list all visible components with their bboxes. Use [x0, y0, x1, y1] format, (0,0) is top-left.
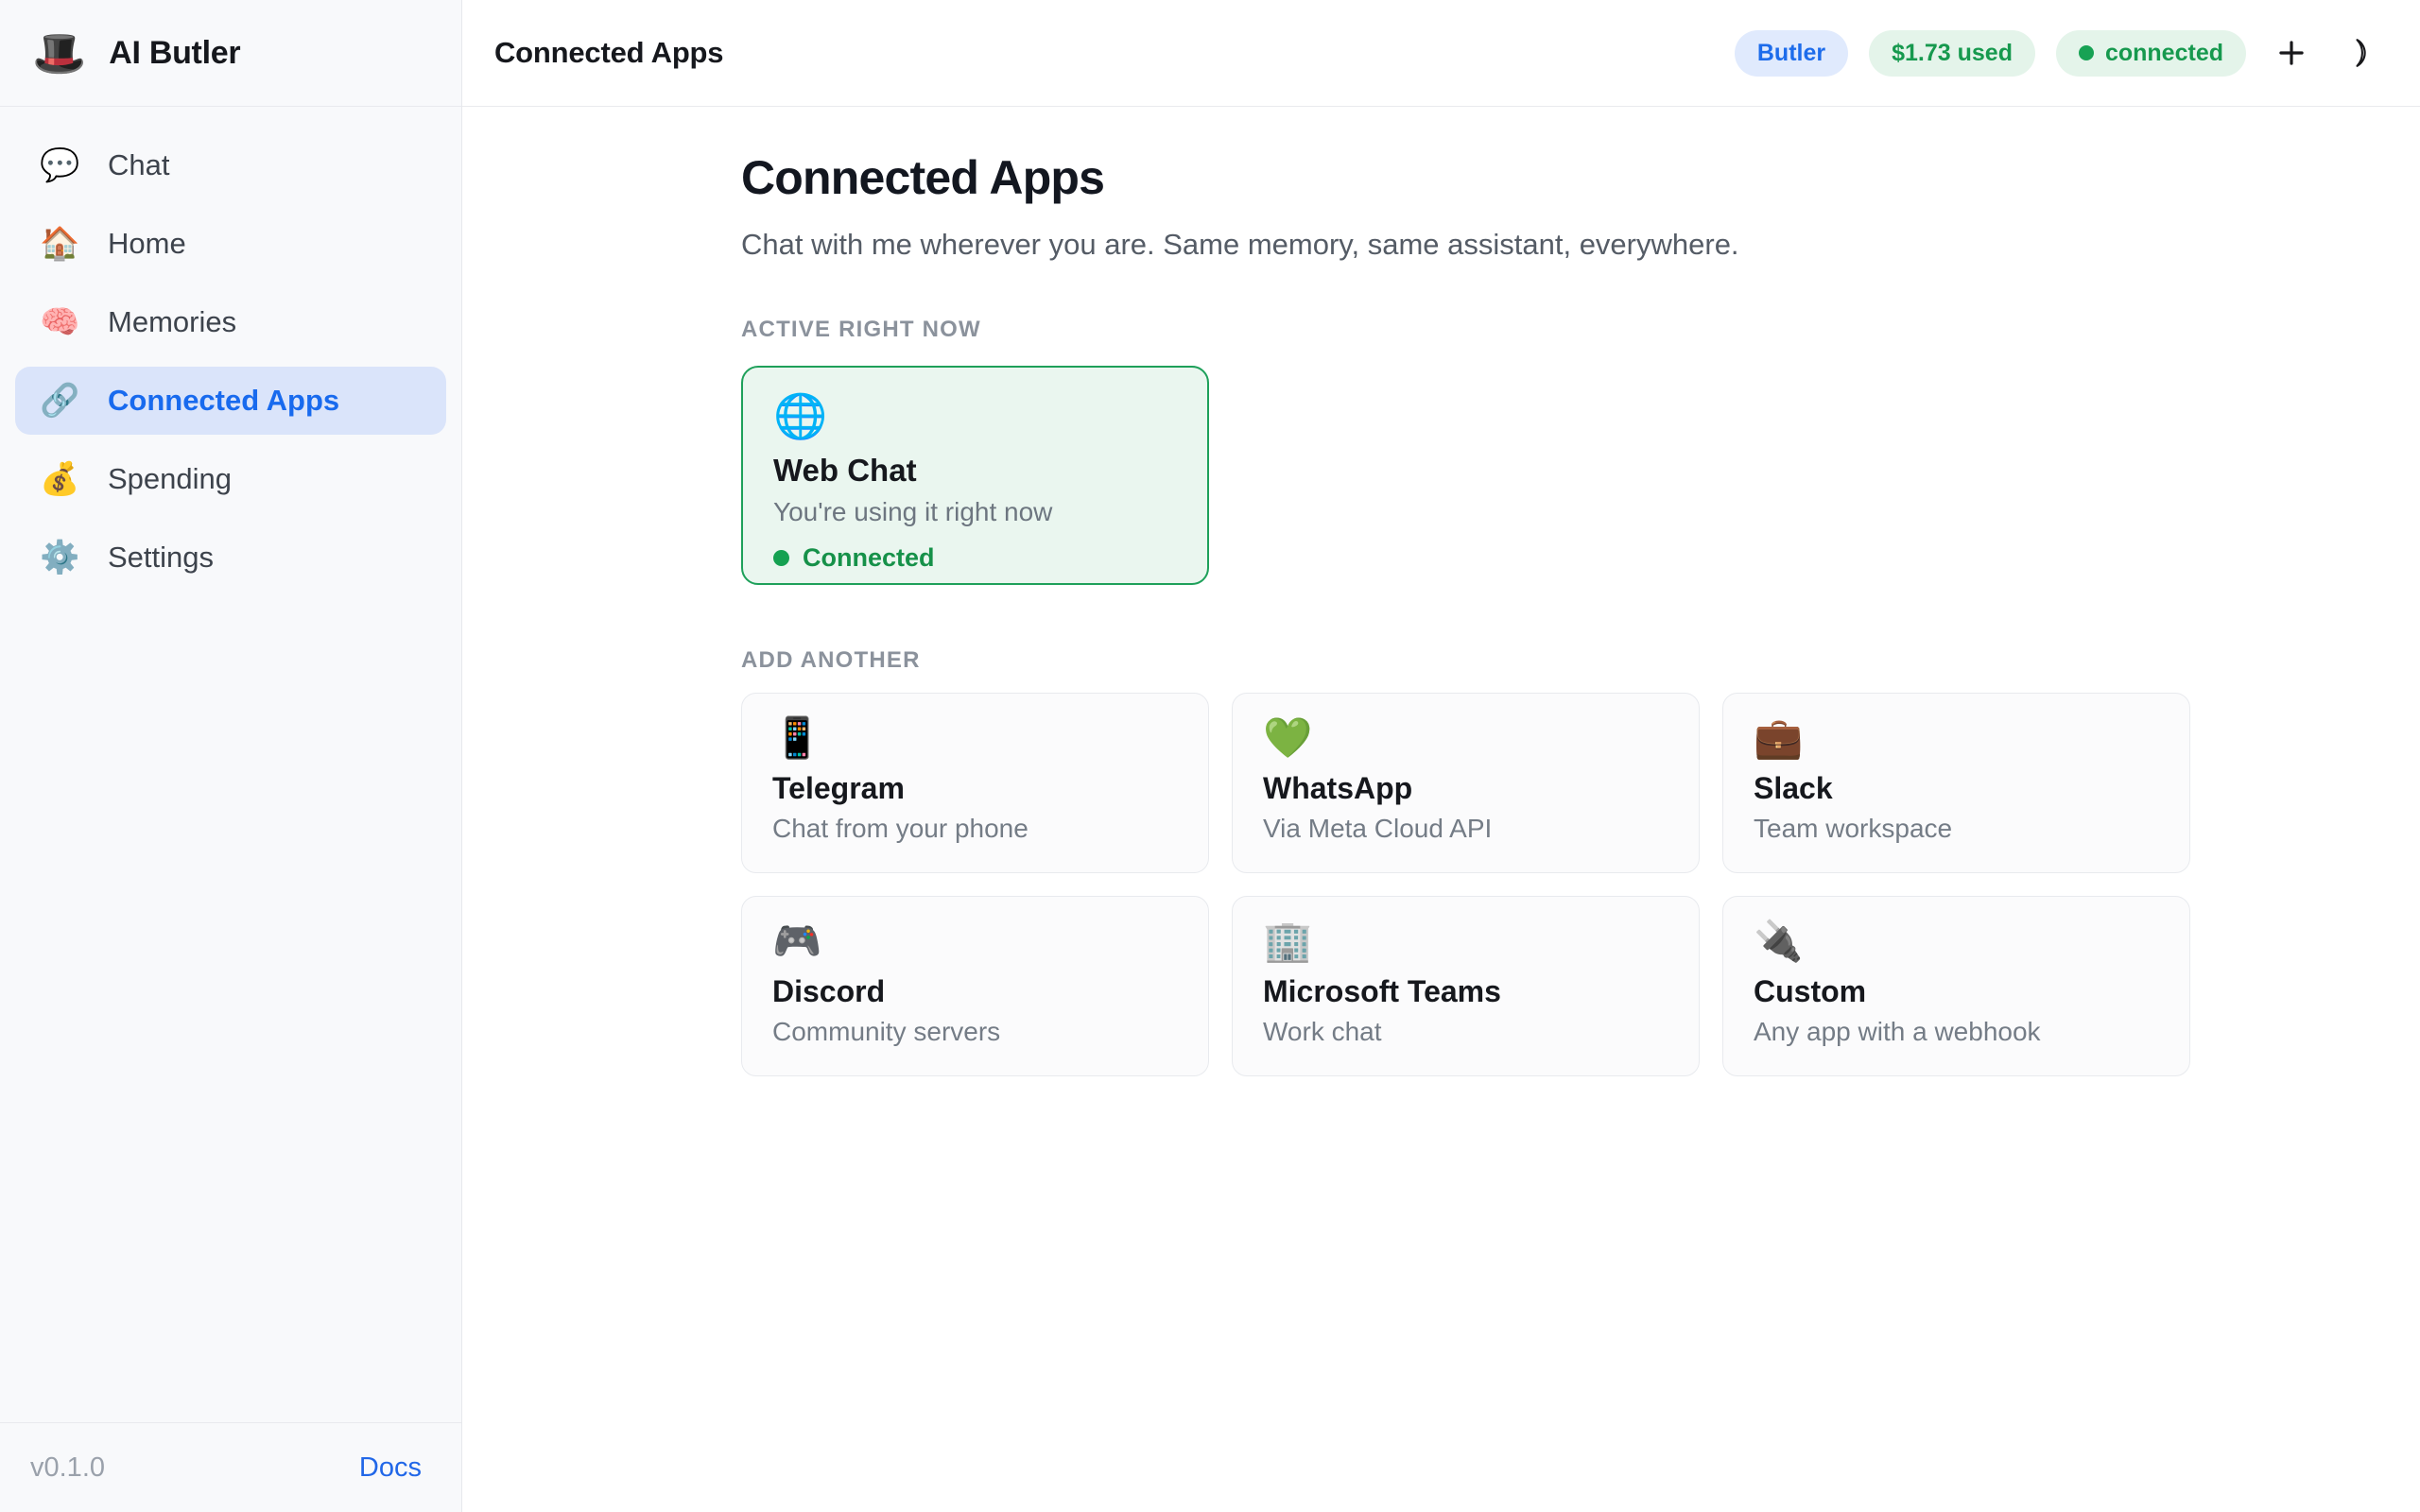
topbar: Connected Apps Butler $1.73 used connect… — [462, 0, 2420, 107]
sidebar-item-settings[interactable]: ⚙️ Settings — [15, 524, 446, 592]
globe-icon: 🌐 — [773, 394, 1177, 438]
sidebar-item-label: Connected Apps — [108, 384, 339, 418]
add-section-label: ADD ANOTHER — [741, 647, 2192, 674]
link-icon: 🔗 — [40, 385, 78, 417]
whatsapp-card-title: WhatsApp — [1263, 771, 1668, 806]
chat-bubble-icon: 💬 — [40, 149, 78, 181]
web-chat-card[interactable]: 🌐 Web Chat You're using it right now Con… — [741, 366, 1209, 585]
sidebar-item-home[interactable]: 🏠 Home — [15, 210, 446, 278]
status-dot-icon — [2079, 45, 2094, 60]
sidebar-item-label: Settings — [108, 541, 214, 575]
page-content: Connected Apps Chat with me wherever you… — [462, 107, 2420, 1512]
app-window: 🎩 AI Butler 💬 Chat 🏠 Home 🧠 Memories 🔗 C… — [0, 0, 2420, 1512]
app-grid: 📱 Telegram Chat from your phone 💚 WhatsA… — [741, 693, 2192, 1076]
add-connection-button[interactable] — [2267, 28, 2316, 77]
slack-card[interactable]: 💼 Slack Team workspace — [1722, 693, 2190, 873]
house-icon: 🏠 — [40, 228, 78, 260]
briefcase-icon: 💼 — [1754, 718, 2159, 758]
brain-icon: 🧠 — [40, 306, 78, 338]
agent-badge: Butler — [1735, 30, 1848, 77]
discord-card-subtitle: Community servers — [772, 1017, 1178, 1047]
telegram-card-subtitle: Chat from your phone — [772, 814, 1178, 844]
sidebar-item-label: Chat — [108, 148, 169, 182]
green-heart-icon: 💚 — [1263, 718, 1668, 758]
version-label: v0.1.0 — [30, 1452, 105, 1484]
page-title: Connected Apps — [741, 150, 2192, 205]
electric-plug-icon: 🔌 — [1754, 921, 2159, 961]
sidebar-item-memories[interactable]: 🧠 Memories — [15, 288, 446, 356]
whatsapp-card[interactable]: 💚 WhatsApp Via Meta Cloud API — [1232, 693, 1700, 873]
office-building-icon: 🏢 — [1263, 921, 1668, 961]
active-section-label: ACTIVE RIGHT NOW — [741, 317, 2192, 343]
sidebar-item-label: Memories — [108, 305, 236, 339]
gear-icon: ⚙️ — [40, 541, 78, 574]
app-title: AI Butler — [109, 35, 240, 72]
top-hat-logo-icon: 🎩 — [32, 31, 86, 75]
topbar-title: Connected Apps — [494, 36, 723, 70]
agent-badge-label: Butler — [1757, 40, 1825, 67]
game-controller-icon: 🎮 — [772, 921, 1178, 961]
connected-status-label: Connected — [803, 543, 935, 573]
sidebar-item-chat[interactable]: 💬 Chat — [15, 131, 446, 199]
topbar-actions: Butler $1.73 used connected — [1735, 28, 2386, 77]
custom-card-title: Custom — [1754, 974, 2159, 1009]
connected-dot-icon — [773, 550, 789, 566]
main-area: Connected Apps Butler $1.73 used connect… — [462, 0, 2420, 1512]
web-chat-card-title: Web Chat — [773, 453, 1177, 489]
discord-card[interactable]: 🎮 Discord Community servers — [741, 896, 1209, 1076]
sidebar-item-label: Spending — [108, 462, 232, 496]
mobile-phone-icon: 📱 — [772, 718, 1178, 758]
sidebar-item-connected-apps[interactable]: 🔗 Connected Apps — [15, 367, 446, 435]
web-chat-card-subtitle: You're using it right now — [773, 497, 1177, 527]
custom-card-subtitle: Any app with a webhook — [1754, 1017, 2159, 1047]
slack-card-title: Slack — [1754, 771, 2159, 806]
microsoft-teams-card-title: Microsoft Teams — [1263, 974, 1668, 1009]
moon-icon — [2344, 36, 2378, 70]
sidebar-footer: v0.1.0 Docs — [0, 1422, 461, 1512]
connection-status-badge: connected — [2056, 30, 2246, 77]
dark-mode-toggle[interactable] — [2337, 28, 2386, 77]
sidebar-item-spending[interactable]: 💰 Spending — [15, 445, 446, 513]
usage-badge-label: $1.73 used — [1892, 40, 2013, 67]
docs-link[interactable]: Docs — [359, 1452, 422, 1484]
web-chat-status: Connected — [773, 543, 1177, 573]
whatsapp-card-subtitle: Via Meta Cloud API — [1263, 814, 1668, 844]
sidebar-item-label: Home — [108, 227, 186, 261]
plus-icon — [2273, 35, 2309, 71]
microsoft-teams-card-subtitle: Work chat — [1263, 1017, 1668, 1047]
discord-card-title: Discord — [772, 974, 1178, 1009]
app-logo-row: 🎩 AI Butler — [0, 0, 461, 107]
slack-card-subtitle: Team workspace — [1754, 814, 2159, 844]
page-subtitle: Chat with me wherever you are. Same memo… — [741, 228, 2192, 262]
telegram-card-title: Telegram — [772, 771, 1178, 806]
usage-badge: $1.73 used — [1869, 30, 2035, 77]
microsoft-teams-card[interactable]: 🏢 Microsoft Teams Work chat — [1232, 896, 1700, 1076]
custom-webhook-card[interactable]: 🔌 Custom Any app with a webhook — [1722, 896, 2190, 1076]
telegram-card[interactable]: 📱 Telegram Chat from your phone — [741, 693, 1209, 873]
sidebar-nav: 💬 Chat 🏠 Home 🧠 Memories 🔗 Connected App… — [0, 107, 461, 1422]
connection-status-label: connected — [2105, 40, 2223, 67]
money-bag-icon: 💰 — [40, 463, 78, 495]
sidebar: 🎩 AI Butler 💬 Chat 🏠 Home 🧠 Memories 🔗 C… — [0, 0, 462, 1512]
